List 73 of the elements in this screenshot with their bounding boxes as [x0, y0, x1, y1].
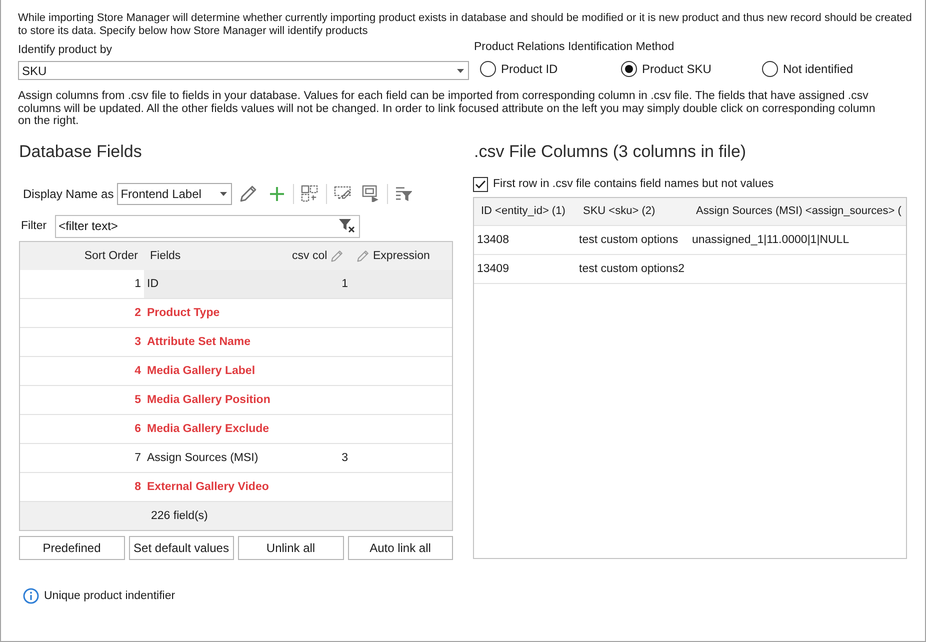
field-name-cell: Media Gallery Position	[147, 394, 270, 406]
clear-filter-icon[interactable]	[338, 219, 355, 233]
export-icon	[362, 185, 380, 202]
assign-note-text: Assign columns from .csv file to fields in your database. Values for each field can be imported from corresponding column in .csv file. The fields that have assigned .csv columns will be updated. All the other fields values will not be changed. In order to link focused attribute on the left you may simply double click on corresponding column on the right.	[18, 90, 876, 128]
column-header[interactable]: SKU <sku> (2)	[583, 205, 656, 217]
table-row[interactable]: 13408 test custom options unassigned_1|11.0000|1|NULL	[474, 226, 906, 254]
field-name-cell: Attribute Set Name	[147, 336, 251, 348]
caret-down-icon	[220, 192, 227, 196]
csv-column-cell: 3	[342, 452, 348, 464]
column-header[interactable]: Expression	[373, 250, 430, 262]
sort-order-cell: 6	[134, 422, 141, 434]
column-header[interactable]: Assign Sources (MSI) <assign_sources> (	[696, 205, 902, 217]
field-name-cell: External Gallery Video	[147, 480, 269, 492]
radio-option[interactable]: Product SKU	[621, 61, 762, 77]
column-header[interactable]: Sort Order	[84, 250, 138, 262]
filter-label: Filter	[21, 219, 47, 233]
radio-option[interactable]: Not identified	[762, 61, 903, 77]
display-name-label: Display Name as	[23, 186, 114, 200]
csv-cell: 13409	[477, 262, 509, 274]
action-button[interactable]: Set default values	[128, 536, 234, 560]
sort-order-cell: 4	[134, 364, 141, 376]
table-row[interactable]: 2 Product Type	[20, 298, 452, 328]
filter-field[interactable]: <filter text>	[54, 214, 360, 238]
table-row[interactable]: 4 Media Gallery Label	[20, 356, 452, 386]
table-row[interactable]: 5 Media Gallery Position	[20, 386, 452, 414]
table-row[interactable]: 6 Media Gallery Exclude	[20, 414, 452, 444]
column-header[interactable]: ID <entity_id> (1)	[481, 205, 566, 217]
field-name-cell: ID	[147, 278, 158, 290]
filter-list-icon	[395, 186, 412, 201]
grid-link-icon	[301, 185, 318, 202]
field-name-cell: Product Type	[147, 306, 220, 318]
plus-icon	[268, 186, 285, 202]
intro-text: While importing Store Manager will determine whether currently importing product exists in database and should be modified or it is new product and thus new record should be created to store its data. Specify below how Store Manager will identify products	[18, 12, 913, 37]
first-row-checkbox[interactable]: First row in .csv file contains field names but not values	[473, 176, 774, 192]
relations-label: Product Relations Identification Method	[474, 40, 676, 54]
note-edit-icon	[334, 185, 352, 202]
sort-order-cell: 8	[134, 480, 141, 492]
table-row[interactable]: 13409 test custom options2	[474, 254, 906, 284]
sort-order-cell: 5	[134, 394, 141, 406]
info-icon	[23, 588, 39, 604]
table-row[interactable]: 1 ID 1	[20, 270, 452, 298]
pencil-icon	[357, 250, 369, 262]
field-name-cell: Media Gallery Exclude	[147, 422, 270, 434]
csv-cell: test custom options2	[579, 262, 684, 274]
sort-order-cell: 1	[134, 278, 141, 290]
table-row[interactable]: 8 External Gallery Video	[20, 472, 452, 502]
section-heading: .csv File Columns (3 columns in file)	[474, 140, 748, 162]
table-row[interactable]: 3 Attribute Set Name	[20, 328, 452, 356]
pencil-icon	[240, 185, 258, 202]
radio-option[interactable]: Product ID	[480, 61, 621, 77]
section-heading: Database Fields	[19, 140, 143, 162]
sort-order-cell: 2	[134, 306, 141, 318]
action-button[interactable]: Unlink all	[238, 536, 344, 560]
action-button[interactable]: Predefined	[19, 536, 124, 560]
column-header[interactable]: csv col	[292, 250, 328, 262]
csv-cell: 13408	[477, 234, 509, 246]
csv-column-cell: 1	[342, 278, 348, 290]
field-count-text: 226 field(s)	[151, 510, 208, 522]
table-row[interactable]: 7 Assign Sources (MSI) 3	[20, 444, 452, 472]
csv-cell: unassigned_1|11.0000|1|NULL	[692, 234, 850, 246]
display-name-dropdown[interactable]: Frontend Label	[116, 182, 232, 204]
column-header[interactable]: Fields	[150, 250, 181, 262]
field-name-cell: Assign Sources (MSI)	[147, 452, 258, 464]
field-name-cell: Media Gallery Label	[147, 364, 256, 376]
csv-cell: test custom options	[579, 234, 678, 246]
sort-order-cell: 7	[134, 452, 141, 464]
caret-down-icon	[457, 68, 464, 72]
pencil-icon	[331, 250, 344, 262]
identify-label: Identify product by	[18, 43, 113, 57]
identify-dropdown[interactable]: SKU	[18, 61, 469, 80]
action-button[interactable]: Auto link all	[348, 536, 453, 560]
sort-order-cell: 3	[134, 336, 141, 348]
info-text: Unique product indentifier	[44, 588, 176, 602]
